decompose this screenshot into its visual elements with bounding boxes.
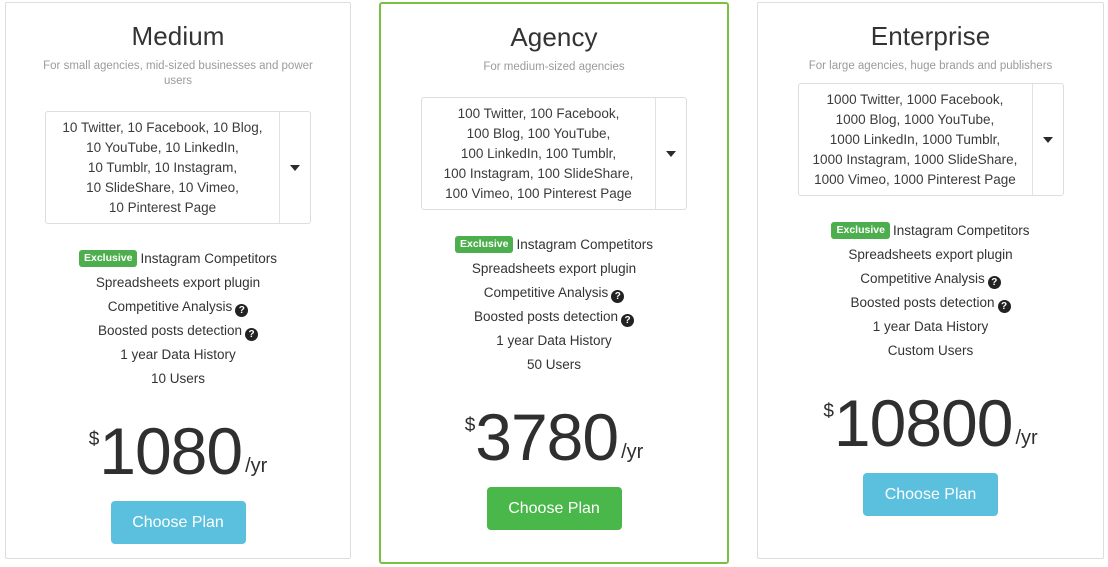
price-amount: 3780 (475, 400, 619, 474)
chevron-down-icon[interactable] (1031, 84, 1063, 195)
price-currency: $ (88, 429, 100, 450)
feature-item: Boosted posts detection? (6, 319, 350, 343)
feature-label: Instagram Competitors (516, 237, 653, 252)
feature-label: Custom Users (887, 343, 974, 358)
help-icon[interactable]: ? (611, 290, 625, 303)
plan-subtitle: For large agencies, huge brands and publ… (808, 60, 1053, 72)
price-amount: 10800 (833, 386, 1014, 460)
feature-item: Boosted posts detection? (381, 305, 727, 329)
exclusive-badge: Exclusive (78, 250, 138, 267)
plan-features-list: Exclusive Instagram Competitors Spreadshee… (6, 224, 350, 391)
exclusive-badge: Exclusive (831, 222, 890, 239)
feature-item: 1 year Data History (381, 329, 727, 353)
help-icon[interactable]: ? (997, 300, 1011, 313)
feature-label: Boosted posts detection (850, 295, 995, 310)
plan-subtitle: For small agencies, mid-sized businesses… (43, 60, 313, 87)
feature-item: Boosted posts detection? (758, 291, 1103, 315)
feature-label: 1 year Data History (120, 347, 236, 362)
plan-quota-select[interactable]: 10 Twitter, 10 Facebook, 10 Blog, 10 You… (45, 111, 311, 224)
feature-label: 50 Users (526, 357, 582, 372)
feature-label: Competitive Analysis (483, 285, 609, 300)
chevron-down-glyph (666, 150, 676, 157)
plan-quota-select[interactable]: 1000 Twitter, 1000 Facebook, 1000 Blog, … (797, 83, 1064, 196)
feature-label: 1 year Data History (872, 319, 989, 334)
plan-subtitle: For medium-sized agencies (483, 61, 625, 73)
price-period: /yr (621, 441, 644, 463)
exclusive-badge: Exclusive (454, 236, 514, 253)
feature-item: Spreadsheets export plugin (758, 243, 1103, 267)
plan-title: Agency (510, 22, 598, 52)
price-period: /yr (1015, 427, 1038, 449)
help-icon[interactable]: ? (235, 304, 249, 317)
feature-item: Spreadsheets export plugin (381, 257, 727, 281)
feature-label: 10 Users (150, 371, 206, 386)
plan-title: Medium (131, 21, 225, 51)
plan-price: $3780/yr (381, 402, 727, 472)
plan-price: $10800/yr (758, 388, 1103, 458)
feature-label: Spreadsheets export plugin (95, 275, 261, 290)
plan-features-list: Exclusive Instagram Competitors Spreadshee… (758, 196, 1103, 363)
price-currency: $ (464, 415, 476, 436)
plan-card-enterprise: Enterprise For large agencies, huge brand… (757, 2, 1104, 559)
feature-label: Competitive Analysis (860, 271, 985, 286)
plan-quota-select[interactable]: 100 Twitter, 100 Facebook, 100 Blog, 100… (421, 97, 687, 210)
plan-card-medium: Medium For small agencies, mid-sized busi… (5, 2, 351, 559)
feature-item: 50 Users (381, 353, 727, 377)
feature-label: 1 year Data History (496, 333, 612, 348)
pricing-table: Medium For small agencies, mid-sized busi… (0, 0, 1108, 567)
feature-label: Instagram Competitors (892, 223, 1030, 238)
feature-item: 10 Users (6, 367, 350, 391)
chevron-down-icon[interactable] (655, 98, 686, 209)
chevron-down-glyph (1042, 136, 1053, 143)
feature-label: Competitive Analysis (107, 299, 233, 314)
plan-quota-select-value: 10 Twitter, 10 Facebook, 10 Blog, 10 You… (62, 119, 263, 215)
help-icon[interactable]: ? (621, 314, 635, 327)
feature-item: Competitive Analysis? (381, 281, 727, 305)
price-period: /yr (245, 455, 268, 477)
feature-item: Spreadsheets export plugin (6, 271, 350, 295)
price-currency: $ (823, 401, 834, 422)
feature-item: Exclusive Instagram Competitors (381, 233, 727, 257)
feature-label: Boosted posts detection (473, 309, 619, 324)
price-amount: 1080 (99, 414, 243, 488)
plan-quota-select-value: 100 Twitter, 100 Facebook, 100 Blog, 100… (443, 105, 634, 201)
choose-plan-button[interactable]: Choose Plan (863, 473, 998, 516)
feature-label: Spreadsheets export plugin (471, 261, 637, 276)
feature-item: Competitive Analysis? (758, 267, 1103, 291)
feature-item: 1 year Data History (758, 315, 1103, 339)
plan-card-agency: Agency For medium-sized agencies 100 Twitt… (379, 2, 729, 564)
plan-features-list: Exclusive Instagram Competitors Spreadshee… (381, 210, 727, 377)
feature-item: 1 year Data History (6, 343, 350, 367)
feature-label: Spreadsheets export plugin (848, 247, 1013, 262)
choose-plan-button[interactable]: Choose Plan (486, 487, 622, 530)
feature-item: Custom Users (758, 339, 1103, 363)
feature-item: Competitive Analysis? (6, 295, 350, 319)
feature-label: Instagram Competitors (140, 251, 277, 266)
help-icon[interactable]: ? (245, 328, 259, 341)
plan-title: Enterprise (870, 21, 991, 51)
choose-plan-button[interactable]: Choose Plan (110, 501, 246, 544)
feature-label: Boosted posts detection (97, 323, 243, 338)
help-icon[interactable]: ? (987, 276, 1001, 289)
chevron-down-icon[interactable] (279, 112, 310, 223)
feature-item: Exclusive Instagram Competitors (758, 219, 1103, 243)
chevron-down-glyph (290, 164, 300, 171)
plan-price: $1080/yr (6, 416, 350, 486)
plan-quota-select-value: 1000 Twitter, 1000 Facebook, 1000 Blog, … (812, 91, 1018, 187)
feature-item: Exclusive Instagram Competitors (6, 247, 350, 271)
